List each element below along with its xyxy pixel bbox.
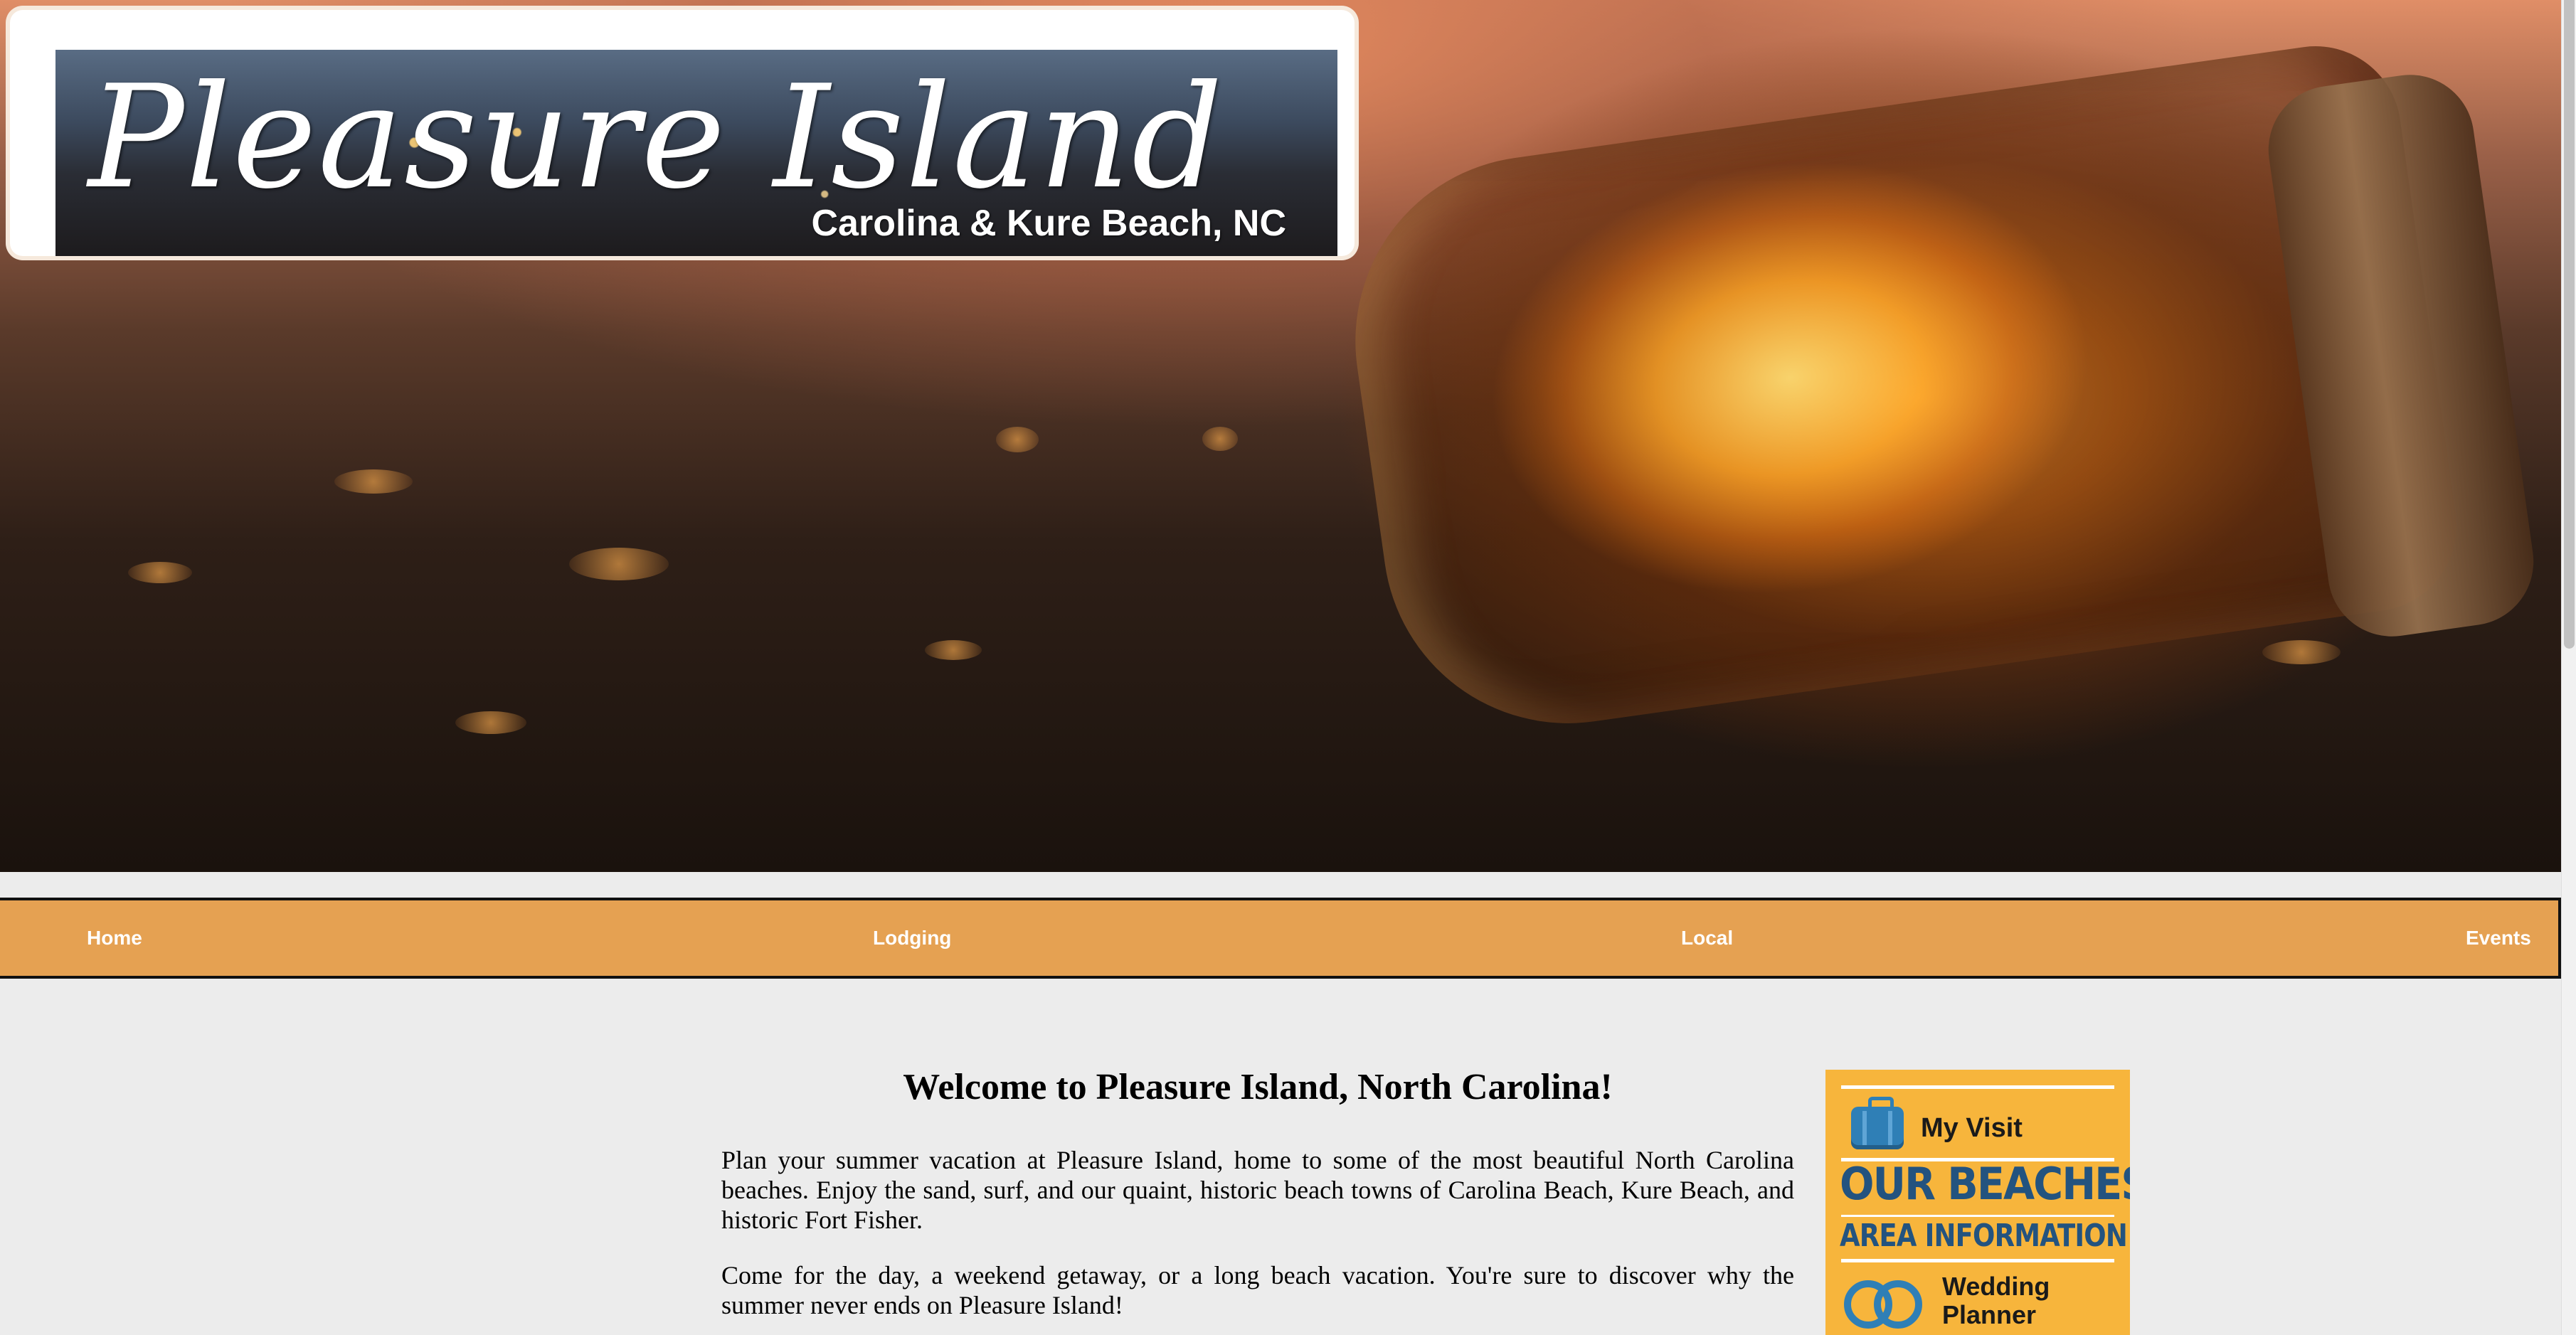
scrollbar-thumb[interactable] [2564, 0, 2575, 649]
main-navigation: Home Lodging Local Events [0, 898, 2561, 979]
sand-bubble [455, 711, 526, 734]
nav-local-link[interactable]: Local [1681, 900, 1733, 976]
sand-bubble [925, 640, 982, 660]
wedding-planner-label: Wedding Planner [1942, 1272, 2050, 1329]
sand-bubble [996, 427, 1039, 452]
nav-lodging-link[interactable]: Lodging [873, 900, 951, 976]
intro-paragraph: Plan your summer vacation at Pleasure Is… [721, 1146, 1794, 1234]
wedding-rings-icon [1844, 1270, 1929, 1331]
sand-bubble [569, 548, 669, 580]
suitcase-icon [1851, 1097, 1904, 1149]
page-heading: Welcome to Pleasure Island, North Caroli… [903, 1067, 1613, 1107]
wedding-label-line1: Wedding [1942, 1272, 2050, 1301]
site-logo-banner[interactable]: Pleasure Island Carolina & Kure Beach, N… [10, 10, 1355, 256]
sand-bubble [128, 562, 192, 583]
nav-events-link[interactable]: Events [2466, 900, 2531, 976]
sand-bubble [2262, 640, 2341, 664]
sidebar-divider [1841, 1259, 2114, 1262]
sidebar-menu: My Visit OUR BEACHES AREA INFORMATION We… [1825, 1070, 2130, 1335]
second-paragraph: Come for the day, a weekend getaway, or … [721, 1261, 1794, 1319]
our-beaches-link[interactable]: OUR BEACHES [1840, 1162, 2130, 1206]
sidebar-divider [1841, 1085, 2114, 1089]
my-visit-link[interactable]: My Visit [1851, 1097, 2023, 1156]
sidebar-divider [1841, 1215, 2114, 1217]
nav-home-link[interactable]: Home [87, 900, 142, 976]
page-scrollbar[interactable] [2561, 0, 2576, 1335]
sand-bubble [334, 469, 413, 494]
wedding-planner-link[interactable]: Wedding Planner [1844, 1270, 2050, 1331]
sand-bubble [1202, 427, 1238, 451]
site-subtitle: Carolina & Kure Beach, NC [811, 203, 1287, 244]
site-title: Pleasure Island [88, 55, 1224, 220]
area-information-link[interactable]: AREA INFORMATION [1840, 1220, 2128, 1252]
my-visit-label: My Visit [1921, 1112, 2023, 1143]
wedding-label-line2: Planner [1942, 1300, 2037, 1329]
